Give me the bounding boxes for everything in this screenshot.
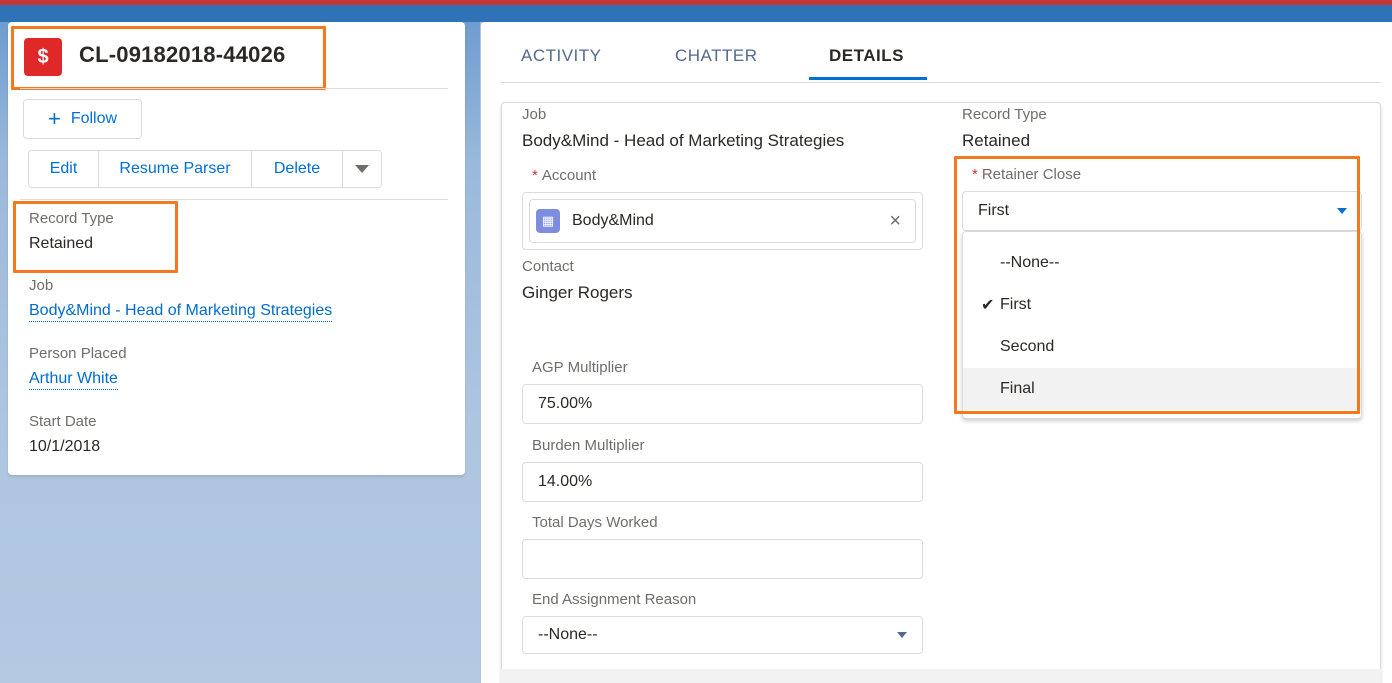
burden-multiplier-label: Burden Multiplier [532,437,645,454]
person-placed-label: Person Placed [29,345,127,362]
more-actions-button[interactable] [343,151,381,187]
total-days-worked-label: Total Days Worked [532,514,658,531]
job-link[interactable]: Body&Mind - Head of Marketing Strategies [29,302,333,322]
title-highlight-box [11,26,326,90]
agp-multiplier-label: AGP Multiplier [532,359,628,376]
record-detail-panel: ACTIVITY CHATTER DETAILS Job Body&Mind -… [481,22,1392,683]
start-date-value: 10/1/2018 [29,438,101,455]
detail-job-value: Body&Mind - Head of Marketing Strategies [522,131,845,150]
end-assignment-reason-select[interactable]: --None-- [522,616,923,654]
close-icon[interactable]: × [889,210,901,233]
action-button-group: Edit Resume Parser Delete [28,150,382,188]
end-assignment-reason-label: End Assignment Reason [532,591,697,608]
account-pill[interactable]: ▦ Body&Mind × [529,199,916,243]
chevron-down-icon [897,632,907,638]
account-value: Body&Mind [572,212,654,229]
active-tab-indicator [809,77,927,80]
end-assignment-reason-value: --None-- [538,626,598,643]
detail-record-type-value: Retained [962,131,1031,150]
follow-button[interactable]: + Follow [23,99,142,139]
header-divider [20,88,448,89]
person-placed-link[interactable]: Arthur White [29,370,118,390]
required-marker: * [532,167,538,184]
actions-divider [20,199,448,200]
contact-value: Ginger Rogers [522,283,633,302]
top-banner [0,0,1392,22]
follow-label: Follow [70,110,118,127]
job-label: Job [29,277,54,294]
start-date-label: Start Date [29,413,97,430]
account-label: * Account [532,167,597,184]
tab-activity[interactable]: ACTIVITY [521,46,602,66]
tab-chatter[interactable]: CHATTER [675,46,758,66]
burden-multiplier-input[interactable]: 14.00% [522,462,923,502]
account-lookup: ▦ Body&Mind × [522,192,923,250]
retainer-close-highlight-box [954,156,1360,414]
record-highlights-card: $ CL-09182018-44026 + Follow Edit Resume… [8,22,465,475]
section-header-strip [501,669,1381,683]
details-edit-form: Job Body&Mind - Head of Marketing Strate… [501,102,1381,683]
record-type-value: Retained [29,235,94,252]
tab-details[interactable]: DETAILS [829,46,904,66]
agp-multiplier-input[interactable]: 75.00% [522,384,923,424]
delete-button[interactable]: Delete [252,151,343,187]
resume-parser-button[interactable]: Resume Parser [99,151,252,187]
record-type-label: Record Type [29,210,114,227]
plus-icon: + [47,106,61,131]
total-days-worked-input[interactable] [522,539,923,579]
account-icon: ▦ [536,209,560,233]
tabs-divider [501,82,1381,83]
chevron-down-icon [355,165,369,173]
detail-record-type-label: Record Type [962,106,1047,123]
edit-button[interactable]: Edit [29,151,99,187]
detail-job-label: Job [522,106,547,123]
contact-label: Contact [522,258,574,275]
